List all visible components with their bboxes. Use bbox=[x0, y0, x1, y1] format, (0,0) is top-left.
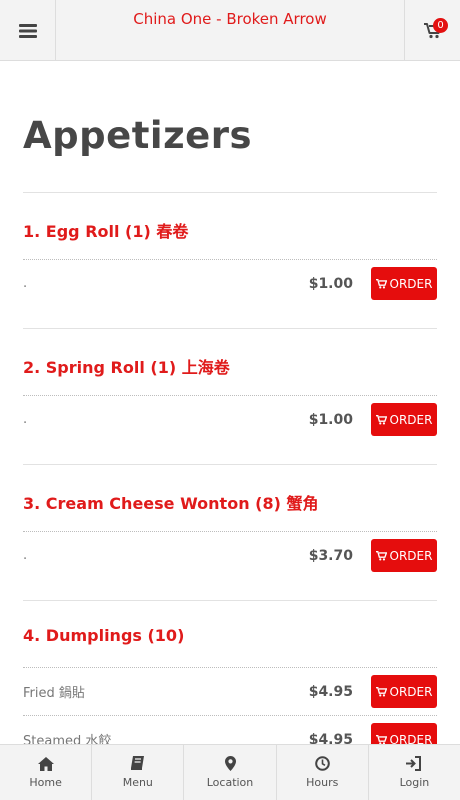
price-row: . $3.70 ORDER bbox=[23, 531, 437, 579]
nav-label: Login bbox=[399, 776, 430, 789]
variant-label: Steamed 水餃 bbox=[23, 734, 112, 744]
nav-label: Menu bbox=[122, 776, 153, 789]
nav-label: Location bbox=[206, 776, 254, 789]
variant-label: Fried 鍋貼 bbox=[23, 686, 85, 701]
price-row: . $1.00 ORDER bbox=[23, 259, 437, 307]
item-price: $1.00 bbox=[308, 411, 353, 428]
cart-icon bbox=[375, 550, 387, 560]
price-row: . $1.00 ORDER bbox=[23, 395, 437, 443]
nav-label: Hours bbox=[306, 776, 339, 789]
nav-hours[interactable]: Hours bbox=[277, 745, 369, 800]
menu-item: 1. Egg Roll (1) 春卷 . $1.00 ORDER bbox=[23, 193, 437, 329]
book-icon bbox=[131, 756, 145, 770]
price-row: Steamed 水餃 $4.95 ORDER bbox=[23, 715, 437, 744]
order-button-label: ORDER bbox=[389, 276, 433, 291]
order-button-label: ORDER bbox=[389, 548, 433, 563]
order-button[interactable]: ORDER bbox=[371, 723, 437, 744]
order-button-label: ORDER bbox=[389, 412, 433, 427]
map-pin-icon bbox=[224, 756, 236, 771]
order-button[interactable]: ORDER bbox=[371, 267, 437, 300]
cart-icon bbox=[375, 278, 387, 288]
item-name: 4. Dumplings (10) bbox=[23, 626, 185, 645]
category-title: Appetizers bbox=[23, 114, 252, 157]
cart-button[interactable]: 0 bbox=[404, 0, 460, 61]
nav-label: Home bbox=[29, 775, 62, 789]
menu-item: 2. Spring Roll (1) 上海卷 . $1.00 ORDER bbox=[23, 329, 437, 465]
menu-button[interactable] bbox=[0, 0, 56, 61]
variant-label: . bbox=[23, 276, 28, 291]
restaurant-title: China One - Broken Arrow bbox=[133, 10, 327, 28]
cart-icon bbox=[375, 686, 387, 696]
cart-icon bbox=[375, 734, 387, 744]
item-price: $1.00 bbox=[308, 275, 353, 292]
clock-icon bbox=[314, 756, 330, 771]
menu-item: 3. Cream Cheese Wonton (8) 蟹角 . $3.70 OR… bbox=[23, 465, 437, 601]
nav-home[interactable]: Home bbox=[0, 745, 93, 800]
item-price: $4.95 bbox=[308, 731, 353, 745]
cart-count-badge: 0 bbox=[433, 18, 448, 33]
top-bar: China One - Broken Arrow 0 bbox=[0, 0, 460, 61]
variant-label: . bbox=[23, 412, 28, 427]
home-icon bbox=[37, 756, 54, 771]
item-name: 1. Egg Roll (1) 春卷 bbox=[23, 222, 189, 241]
cart-icon bbox=[375, 414, 387, 424]
order-button[interactable]: ORDER bbox=[371, 539, 437, 572]
menu-item: 4. Dumplings (10) Fried 鍋貼 $4.95 ORDER S… bbox=[23, 601, 437, 744]
nav-menu[interactable]: Menu bbox=[92, 745, 185, 800]
item-name: 2. Spring Roll (1) 上海卷 bbox=[23, 358, 230, 377]
order-button[interactable]: ORDER bbox=[371, 675, 437, 708]
price-row: Fried 鍋貼 $4.95 ORDER bbox=[23, 667, 437, 715]
order-button[interactable]: ORDER bbox=[371, 403, 437, 436]
nav-location[interactable]: Location bbox=[184, 745, 277, 800]
item-name: 3. Cream Cheese Wonton (8) 蟹角 bbox=[23, 494, 319, 513]
variant-label: . bbox=[23, 548, 28, 563]
login-icon bbox=[406, 756, 422, 771]
item-price: $4.95 bbox=[308, 683, 353, 700]
bottom-nav: Home Menu Location Hours Login bbox=[0, 744, 460, 800]
order-button-label: ORDER bbox=[389, 684, 433, 699]
nav-login[interactable]: Login bbox=[369, 745, 460, 800]
hamburger-icon bbox=[18, 23, 37, 38]
item-price: $3.70 bbox=[308, 547, 353, 564]
menu-content: Appetizers 1. Egg Roll (1) 春卷 . $1.00 OR… bbox=[0, 61, 460, 744]
order-button-label: ORDER bbox=[389, 732, 433, 745]
